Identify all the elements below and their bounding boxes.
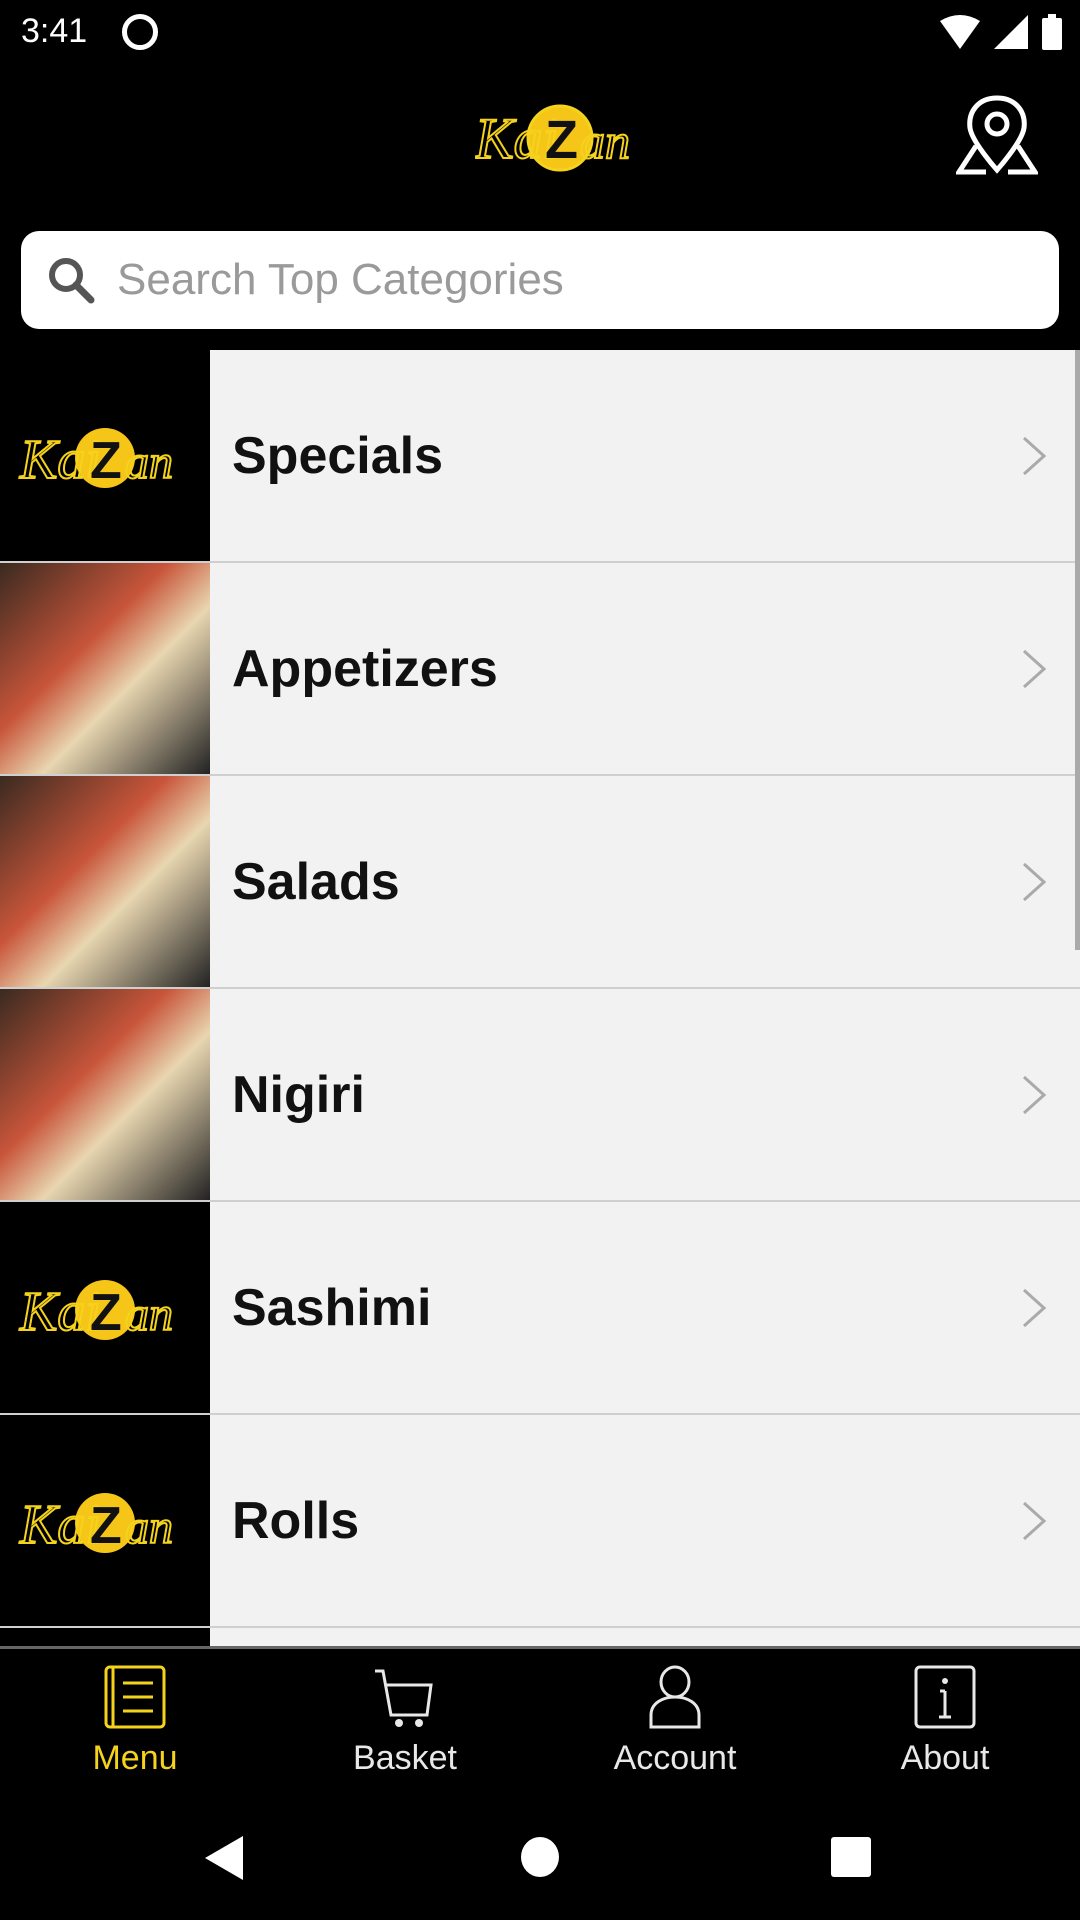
category-label: Appetizers [232, 639, 498, 698]
category-row[interactable]: Kai Zan Rolls [0, 1415, 1080, 1628]
svg-text:Z: Z [90, 1284, 122, 1342]
search-icon [49, 258, 95, 304]
notification-icon [122, 14, 158, 50]
category-list: Kai Zan Specials Appetizers Salads Nigiri Kai Z… [0, 350, 1080, 1646]
category-row[interactable]: Appetizers [0, 563, 1080, 776]
svg-text:Z: Z [90, 432, 122, 490]
nav-label: About [900, 1739, 990, 1777]
category-thumbnail [0, 989, 210, 1200]
cart-icon [375, 1669, 433, 1727]
svg-text:Z: Z [545, 110, 578, 170]
recents-icon[interactable] [831, 1837, 871, 1877]
category-thumbnail: Kai Zan [0, 350, 210, 561]
search-bar[interactable] [21, 231, 1059, 329]
category-row[interactable]: Salads [0, 776, 1080, 989]
svg-text:Kai: Kai [19, 429, 101, 491]
chevron-right-icon [1022, 436, 1047, 475]
bottom-nav: Menu Basket Account About [0, 1646, 1080, 1790]
category-label: Salads [232, 852, 400, 911]
system-nav-bar [0, 1790, 1080, 1920]
chevron-right-icon [1022, 1501, 1047, 1540]
signal-icon [994, 15, 1028, 49]
category-label: Nigiri [232, 1065, 365, 1124]
info-icon [914, 1665, 976, 1729]
svg-text:an: an [125, 436, 173, 489]
category-thumbnail [0, 1628, 210, 1646]
category-thumbnail: Kai Zan [0, 1202, 210, 1413]
chevron-right-icon [1022, 1288, 1047, 1327]
category-row[interactable]: Kai Zan Sashimi [0, 1202, 1080, 1415]
status-time: 3:41 [21, 12, 88, 50]
nav-label: Menu [92, 1739, 178, 1777]
menu-book-icon [104, 1665, 166, 1729]
category-row[interactable]: Kai Zan Specials [0, 350, 1080, 563]
svg-text:Kai: Kai [19, 1281, 101, 1343]
nav-menu[interactable]: Menu [0, 1649, 270, 1790]
category-row-partial[interactable] [0, 1628, 1080, 1646]
category-label: Sashimi [232, 1278, 432, 1337]
home-icon[interactable] [521, 1837, 559, 1877]
nav-about[interactable]: About [810, 1649, 1080, 1790]
svg-text:Kai: Kai [19, 1494, 101, 1556]
chevron-right-icon [1022, 649, 1047, 688]
category-thumbnail: Kai Zan [0, 1415, 210, 1626]
wifi-icon [940, 15, 980, 49]
category-row[interactable]: Nigiri [0, 989, 1080, 1202]
search-input[interactable] [117, 255, 977, 305]
battery-icon [1042, 14, 1062, 50]
nav-basket[interactable]: Basket [270, 1649, 540, 1790]
category-thumbnail [0, 776, 210, 987]
kaizan-logo: Kai Z an [475, 104, 631, 172]
nav-label: Account [613, 1739, 737, 1777]
svg-text:an: an [580, 113, 630, 169]
scrollbar[interactable] [1075, 350, 1080, 950]
category-label: Specials [232, 426, 444, 485]
person-icon [649, 1665, 701, 1729]
location-icon[interactable] [956, 94, 1038, 176]
nav-account[interactable]: Account [540, 1649, 810, 1790]
svg-text:Z: Z [90, 1497, 122, 1555]
back-icon[interactable] [205, 1836, 245, 1880]
chevron-right-icon [1022, 1075, 1047, 1114]
app-header: Kai Z an [0, 66, 1080, 231]
category-thumbnail [0, 563, 210, 774]
status-bar: 3:41 [0, 0, 1080, 66]
nav-label: Basket [353, 1739, 457, 1777]
chevron-right-icon [1022, 862, 1047, 901]
svg-text:an: an [125, 1501, 173, 1554]
svg-text:an: an [125, 1288, 173, 1341]
category-label: Rolls [232, 1491, 360, 1550]
